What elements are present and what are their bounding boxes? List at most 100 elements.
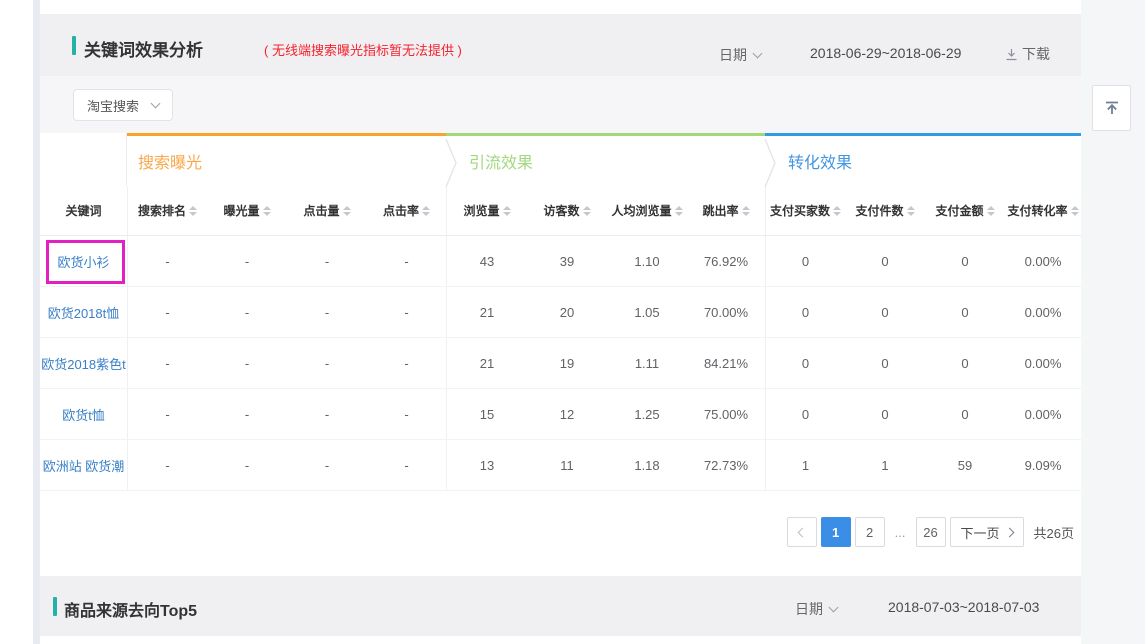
table-cell: - bbox=[367, 287, 446, 337]
top-spacer bbox=[40, 0, 1081, 14]
date-dropdown[interactable]: 日期 bbox=[719, 45, 761, 65]
table-cell: 15 bbox=[446, 389, 527, 439]
sort-icon[interactable] bbox=[422, 206, 430, 216]
table-cell: 0 bbox=[765, 287, 845, 337]
left-margin bbox=[0, 0, 33, 644]
table-cell: 59 bbox=[925, 440, 1005, 490]
pagination-ellipsis: ... bbox=[889, 517, 912, 547]
table-cell: - bbox=[127, 338, 207, 388]
sort-icon[interactable] bbox=[675, 206, 683, 216]
sort-icon[interactable] bbox=[987, 206, 995, 216]
table-cell: 0 bbox=[925, 338, 1005, 388]
pagination-prev-button[interactable] bbox=[787, 517, 817, 547]
table-cell: 0.00% bbox=[1005, 236, 1081, 286]
chevron-down-icon bbox=[753, 48, 763, 58]
pagination-page-1[interactable]: 1 bbox=[821, 517, 851, 547]
column-group-row: 搜索曝光 引流效果 转化效果 bbox=[40, 133, 1081, 186]
column-header-label: 点击量 bbox=[303, 202, 339, 219]
table-cell: - bbox=[207, 338, 287, 388]
sort-icon[interactable] bbox=[833, 206, 841, 216]
chevron-down-icon bbox=[829, 602, 839, 612]
column-header[interactable]: 支付买家数 bbox=[765, 186, 845, 235]
download-button[interactable]: 下载 bbox=[1005, 44, 1050, 64]
keyword-link[interactable]: 欧货t恤 bbox=[62, 405, 105, 424]
arrow-up-to-line-icon bbox=[1103, 99, 1121, 117]
keyword-link[interactable]: 欧货2018t恤 bbox=[48, 303, 120, 322]
group-label: 引流效果 bbox=[469, 149, 533, 173]
column-header-label: 人均浏览量 bbox=[611, 202, 671, 219]
sort-icon[interactable] bbox=[503, 206, 511, 216]
pagination-page-2[interactable]: 2 bbox=[855, 517, 885, 547]
column-header-label: 支付件数 bbox=[855, 202, 903, 219]
table-cell: 0 bbox=[925, 389, 1005, 439]
column-header-label: 访客数 bbox=[543, 202, 579, 219]
page: 关键词效果分析 ( 无线端搜索曝光指标暂无法提供 ) 日期 2018-06-29… bbox=[0, 0, 1145, 644]
chevron-right-icon bbox=[1004, 527, 1014, 537]
pagination-page-26[interactable]: 26 bbox=[916, 517, 946, 547]
sort-icon[interactable] bbox=[742, 206, 750, 216]
table-cell: 0 bbox=[925, 236, 1005, 286]
chevron-down-icon bbox=[151, 98, 161, 108]
date-label: 日期 bbox=[719, 45, 747, 65]
table-cell: 0 bbox=[925, 287, 1005, 337]
table-cell: 9.09% bbox=[1005, 440, 1081, 490]
table-row: 欧货2018紫色t----21191.1184.21%0000.00% bbox=[40, 338, 1081, 389]
table-body: 欧货小衫----43391.1076.92%0000.00%欧货2018t恤--… bbox=[40, 236, 1081, 491]
table-cell: - bbox=[127, 440, 207, 490]
sort-icon[interactable] bbox=[583, 206, 591, 216]
channel-select[interactable]: 淘宝搜索 bbox=[73, 89, 173, 121]
group-label: 搜索曝光 bbox=[138, 149, 202, 173]
keyword-link[interactable]: 欧货小衫 bbox=[57, 252, 109, 271]
main-content: 关键词效果分析 ( 无线端搜索曝光指标暂无法提供 ) 日期 2018-06-29… bbox=[40, 0, 1081, 644]
column-header[interactable]: 曝光量 bbox=[207, 186, 287, 235]
table-cell: - bbox=[127, 287, 207, 337]
column-header[interactable]: 支付金额 bbox=[925, 186, 1005, 235]
keyword-link[interactable]: 欧货2018紫色t bbox=[41, 354, 126, 373]
table-cell: 20 bbox=[527, 287, 607, 337]
date-range-value: 2018-06-29~2018-06-29 bbox=[810, 45, 961, 61]
sort-icon[interactable] bbox=[263, 206, 271, 216]
column-header[interactable]: 跳出率 bbox=[687, 186, 765, 235]
column-header[interactable]: 点击量 bbox=[287, 186, 367, 235]
table-row: 欧洲站 欧货潮----13111.1872.73%11599.09% bbox=[40, 440, 1081, 491]
column-header[interactable]: 支付转化率 bbox=[1005, 186, 1081, 235]
column-header[interactable]: 浏览量 bbox=[446, 186, 527, 235]
keyword-link[interactable]: 欧洲站 欧货潮 bbox=[43, 456, 125, 475]
column-header-label: 点击率 bbox=[383, 202, 419, 219]
table-cell: 0 bbox=[845, 389, 925, 439]
table-cell: 21 bbox=[446, 338, 527, 388]
sort-icon[interactable] bbox=[1071, 206, 1079, 216]
sort-icon[interactable] bbox=[343, 206, 351, 216]
date-label: 日期 bbox=[795, 599, 823, 619]
table-cell: - bbox=[367, 338, 446, 388]
keyword-cell: 欧洲站 欧货潮 bbox=[40, 440, 127, 490]
column-header[interactable]: 访客数 bbox=[527, 186, 607, 235]
pagination: 12...26下一页共26页 bbox=[787, 517, 1074, 547]
keyword-cell: 欧货2018t恤 bbox=[40, 287, 127, 337]
table-cell: 0.00% bbox=[1005, 338, 1081, 388]
table-cell: 1.10 bbox=[607, 236, 687, 286]
column-header-label: 曝光量 bbox=[223, 202, 259, 219]
group-label: 转化效果 bbox=[788, 149, 852, 173]
date-dropdown[interactable]: 日期 bbox=[795, 599, 837, 619]
sort-icon[interactable] bbox=[907, 206, 915, 216]
keyword-cell: 欧货t恤 bbox=[40, 389, 127, 439]
title-accent-bar bbox=[53, 597, 57, 616]
column-header[interactable]: 人均浏览量 bbox=[607, 186, 687, 235]
column-header-label: 跳出率 bbox=[702, 202, 738, 219]
table-cell: - bbox=[287, 338, 367, 388]
table-cell: 13 bbox=[446, 440, 527, 490]
left-divider bbox=[33, 0, 40, 644]
column-header[interactable]: 支付件数 bbox=[845, 186, 925, 235]
column-header[interactable]: 点击率 bbox=[367, 186, 446, 235]
sort-icon[interactable] bbox=[189, 206, 197, 216]
back-to-top-button[interactable] bbox=[1092, 85, 1131, 131]
date-range-value: 2018-07-03~2018-07-03 bbox=[888, 599, 1039, 615]
table-cell: 0 bbox=[765, 389, 845, 439]
column-header[interactable]: 搜索排名 bbox=[127, 186, 207, 235]
next-label: 下一页 bbox=[961, 523, 1000, 542]
pagination-next-button[interactable]: 下一页 bbox=[950, 517, 1024, 547]
table-row: 欧货t恤----15121.2575.00%0000.00% bbox=[40, 389, 1081, 440]
keyword-cell: 欧货小衫 bbox=[40, 236, 127, 286]
table-cell: 39 bbox=[527, 236, 607, 286]
